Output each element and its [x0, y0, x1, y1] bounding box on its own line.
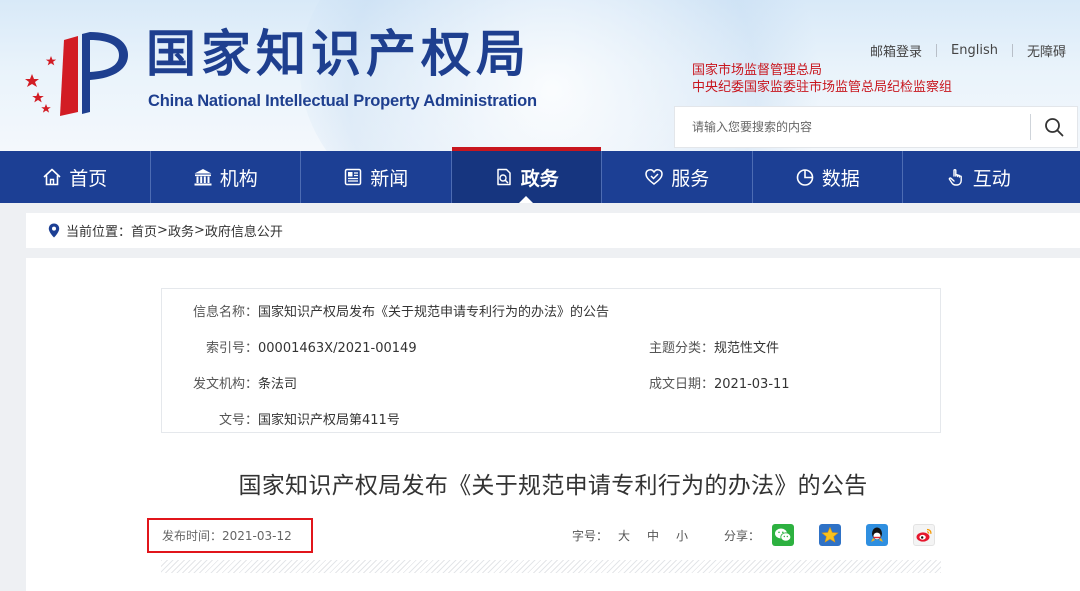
breadcrumb-home[interactable]: 首页 — [131, 221, 157, 240]
main-nav: 首页 机构 新闻 政务 服务 数据 互动 — [0, 147, 1080, 203]
share-label: 分享： — [724, 529, 761, 543]
share-qzone-button[interactable] — [819, 524, 841, 546]
nav-label: 政务 — [520, 167, 559, 190]
service-icon — [645, 168, 663, 185]
nav-label: 数据 — [821, 167, 860, 190]
site-header: 国家知识产权局 China National Intellectual Prop… — [0, 0, 1080, 151]
nav-label: 互动 — [972, 167, 1011, 190]
nav-label: 新闻 — [370, 167, 409, 190]
nav-label: 机构 — [219, 167, 258, 190]
info-name-value: 国家知识产权局发布《关于规范申请专利行为的办法》的公告 — [258, 305, 610, 320]
font-size-controls: 字号： 大 中 小 — [572, 527, 688, 544]
info-docno-value: 国家知识产权局第411号 — [258, 413, 400, 428]
search-icon — [1045, 118, 1064, 137]
info-issuer-value: 条法司 — [258, 377, 298, 392]
main-content: 信息名称：国家知识产权局发布《关于规范申请专利行为的办法》的公告 索引号：000… — [26, 258, 1080, 591]
nav-item-service[interactable]: 服务 — [602, 151, 753, 203]
info-date-value: 2021-03-11 — [714, 377, 790, 392]
nav-item-government-affairs[interactable]: 政务 — [451, 147, 602, 203]
affiliation-samr[interactable]: 国家市场监督管理总局 — [692, 62, 952, 79]
affiliation-discipline-group[interactable]: 中央纪委国家监委驻市场监管总局纪检监察组 — [692, 79, 952, 96]
weibo-icon — [916, 528, 932, 542]
news-icon — [344, 168, 362, 186]
affiliations: 国家市场监督管理总局 中央纪委国家监委驻市场监管总局纪检监察组 — [692, 62, 952, 96]
font-size-label: 字号： — [572, 529, 609, 543]
location-pin-icon — [48, 223, 60, 238]
nav-item-institution[interactable]: 机构 — [151, 151, 301, 203]
info-topic-value: 规范性文件 — [714, 341, 780, 356]
breadcrumb-government-affairs[interactable]: 政务 — [168, 221, 194, 240]
top-links: 邮箱登录 English 无障碍 — [856, 41, 1080, 60]
info-row-topic: 主题分类：规范性文件 — [632, 337, 779, 356]
interaction-hand-icon — [948, 169, 962, 186]
info-docno-label: 文号： — [218, 413, 258, 428]
search-box — [674, 106, 1078, 148]
nav-item-home[interactable]: 首页 — [0, 151, 151, 203]
home-icon — [43, 168, 61, 186]
breadcrumb-separator: > — [193, 223, 205, 238]
institution-icon — [194, 169, 212, 186]
nav-item-data[interactable]: 数据 — [753, 151, 903, 203]
nav-item-news[interactable]: 新闻 — [301, 151, 452, 203]
info-name-label: 信息名称： — [192, 305, 258, 320]
info-index-value: 00001463X/2021-00149 — [258, 341, 417, 356]
nav-label: 首页 — [69, 167, 108, 190]
info-row-date: 成文日期：2021-03-11 — [632, 373, 790, 392]
share-qq-button[interactable] — [866, 524, 888, 546]
info-date-label: 成文日期： — [648, 377, 714, 392]
info-index-label: 索引号： — [205, 341, 258, 356]
cnipa-logo-icon[interactable] — [24, 28, 134, 120]
nav-label: 服务 — [671, 167, 710, 190]
breadcrumb-separator: > — [157, 223, 168, 238]
accessibility-link[interactable]: 无障碍 — [1013, 41, 1080, 60]
english-link[interactable]: English — [937, 43, 1012, 58]
breadcrumb-gov-info-disclosure[interactable]: 政府信息公开 — [205, 221, 283, 240]
mailbox-login-link[interactable]: 邮箱登录 — [856, 41, 936, 60]
site-title-cn[interactable]: 国家知识产权局 — [146, 24, 531, 84]
share-wechat-button[interactable] — [772, 524, 794, 546]
info-row-docno: 文号：国家知识产权局第411号 — [162, 409, 400, 428]
data-chart-icon — [796, 169, 814, 186]
search-input[interactable] — [675, 107, 1030, 147]
government-affairs-icon — [496, 168, 511, 186]
info-row-index: 索引号：00001463X/2021-00149 — [162, 337, 417, 356]
qq-icon — [871, 527, 883, 542]
info-row-name: 信息名称：国家知识产权局发布《关于规范申请专利行为的办法》的公告 — [162, 301, 609, 320]
wechat-icon — [775, 528, 792, 542]
font-size-medium-button[interactable]: 中 — [647, 527, 659, 544]
info-issuer-label: 发文机构： — [192, 377, 258, 392]
document-info-box: 信息名称：国家知识产权局发布《关于规范申请专利行为的办法》的公告 索引号：000… — [161, 288, 941, 433]
site-title-en[interactable]: China National Intellectual Property Adm… — [148, 92, 537, 111]
qzone-icon — [821, 526, 839, 543]
share-weibo-button[interactable] — [913, 524, 935, 546]
nav-item-interaction[interactable]: 互动 — [903, 151, 1054, 203]
info-topic-label: 主题分类： — [648, 341, 714, 356]
publish-time: 发布时间：2021-03-12 — [147, 518, 313, 553]
hatched-divider — [161, 560, 941, 573]
info-row-issuer: 发文机构：条法司 — [162, 373, 297, 392]
breadcrumb: 当前位置： 首页 > 政务 > 政府信息公开 — [26, 213, 1080, 248]
font-size-small-button[interactable]: 小 — [676, 527, 688, 544]
breadcrumb-prefix: 当前位置： — [66, 225, 132, 240]
article-title: 国家知识产权局发布《关于规范申请专利行为的办法》的公告 — [238, 473, 868, 499]
font-size-large-button[interactable]: 大 — [618, 527, 630, 544]
search-button[interactable] — [1031, 107, 1077, 147]
